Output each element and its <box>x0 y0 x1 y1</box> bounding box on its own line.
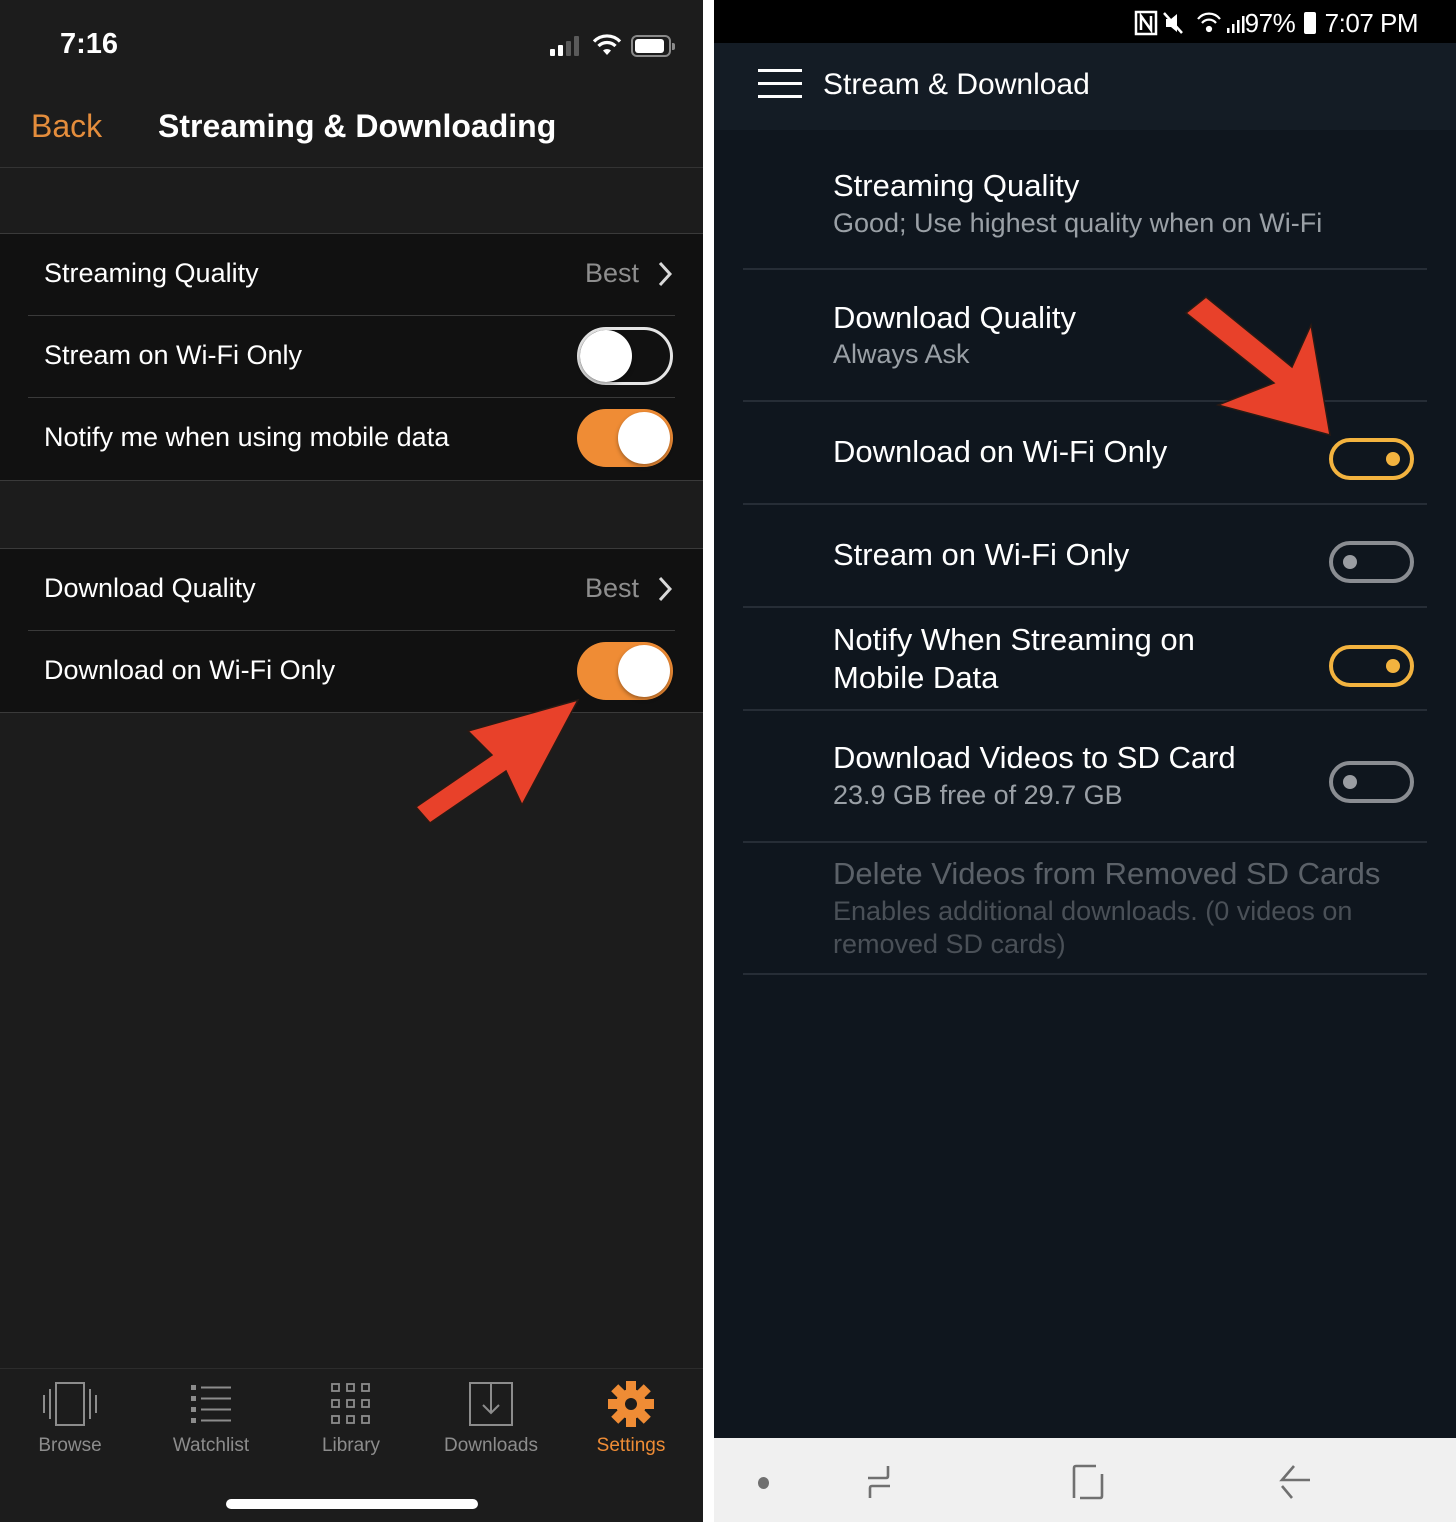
nfc-icon <box>1134 10 1158 36</box>
item-subtitle: Good; Use highest quality when on Wi-Fi <box>833 208 1323 238</box>
tab-label: Browse <box>38 1435 102 1456</box>
wifi-icon <box>592 34 622 55</box>
toggle-dot <box>1386 452 1400 466</box>
nav-bar: Back Streaming & Downloading <box>0 90 703 168</box>
recents-icon[interactable] <box>858 1460 902 1504</box>
item-title: Stream on Wi-Fi Only <box>833 537 1130 572</box>
cellular-signal-icon <box>1227 16 1245 33</box>
page-title: Stream & Download <box>823 68 1090 101</box>
item-title: Notify When Streaming on Mobile Data <box>833 622 1195 695</box>
battery-icon <box>1303 12 1316 34</box>
download-settings-group: Download Quality Best Download on Wi-Fi … <box>0 548 703 713</box>
tab-downloads[interactable]: Downloads <box>421 1381 561 1471</box>
stream-wifi-only-row: Stream on Wi-Fi Only <box>28 316 675 398</box>
toggle-dot <box>1343 555 1357 569</box>
item-title: Download Videos to SD Card <box>833 740 1236 775</box>
status-time: 7:16 <box>60 28 119 60</box>
status-battery-time: 97% 7:07 PM <box>1244 8 1419 39</box>
hamburger-menu-icon[interactable] <box>758 69 802 101</box>
app-bar: Stream & Download <box>714 43 1456 130</box>
row-label: Notify me when using mobile data <box>44 422 450 452</box>
android-nav-bar <box>714 1438 1456 1522</box>
row-label: Stream on Wi-Fi Only <box>44 340 303 370</box>
item-title: Streaming Quality <box>833 168 1080 203</box>
watchlist-icon <box>191 1385 231 1423</box>
streaming-quality-item[interactable]: Streaming Quality Good; Use highest qual… <box>743 130 1427 270</box>
download-quality-row[interactable]: Download Quality Best <box>28 549 675 631</box>
item-title: Delete Videos from Removed SD Cards <box>833 856 1381 891</box>
notify-mobile-data-row: Notify me when using mobile data <box>28 398 675 480</box>
wifi-icon <box>1197 12 1221 33</box>
battery-icon <box>631 35 675 57</box>
row-label: Streaming Quality <box>44 258 259 288</box>
annotation-arrow <box>1184 296 1331 437</box>
back-icon[interactable] <box>1274 1460 1318 1504</box>
status-time: 7:07 PM <box>1324 8 1419 38</box>
toggle-knob <box>580 330 632 382</box>
page-title: Streaming & Downloading <box>158 108 557 144</box>
download-icon <box>469 1382 513 1426</box>
gear-icon <box>608 1381 654 1427</box>
android-screen: 97% 7:07 PM Stream & Download Streaming … <box>714 0 1456 1522</box>
streaming-quality-row[interactable]: Streaming Quality Best <box>28 234 675 316</box>
tab-browse[interactable]: Browse <box>0 1381 140 1471</box>
tab-watchlist[interactable]: Watchlist <box>141 1381 281 1471</box>
notify-mobile-data-item[interactable]: Notify When Streaming on Mobile Data <box>743 608 1427 711</box>
chevron-right-icon <box>658 576 673 602</box>
tab-label: Library <box>321 1435 381 1456</box>
notify-mobile-data-toggle[interactable] <box>577 409 673 467</box>
tab-label: Settings <box>596 1435 666 1456</box>
ios-status-bar: 7:16 <box>0 0 703 90</box>
stream-wifi-only-item[interactable]: Stream on Wi-Fi Only <box>743 505 1427 608</box>
streaming-settings-group: Streaming Quality Best Stream on Wi-Fi O… <box>0 233 703 481</box>
toggle-dot <box>1386 659 1400 673</box>
item-subtitle: Always Ask <box>833 339 970 369</box>
row-value: Best <box>584 258 639 288</box>
tab-settings[interactable]: Settings <box>561 1381 701 1471</box>
sd-card-item[interactable]: Download Videos to SD Card 23.9 GB free … <box>743 711 1427 843</box>
ios-screen: 7:16 Back Streaming & Downloading Stream… <box>0 0 703 1522</box>
row-label: Download on Wi-Fi Only <box>44 655 336 685</box>
back-button[interactable]: Back <box>31 108 102 145</box>
chevron-right-icon <box>658 261 673 287</box>
mute-icon <box>1163 12 1183 34</box>
tab-label: Downloads <box>444 1435 538 1456</box>
row-label: Download Quality <box>44 573 256 603</box>
settings-list: Streaming Quality Good; Use highest qual… <box>743 130 1427 975</box>
toggle-knob <box>618 645 670 697</box>
item-subtitle: Enables additional downloads. (0 videos … <box>833 896 1353 959</box>
panel-divider <box>703 0 714 1522</box>
sd-card-toggle[interactable] <box>1329 761 1414 803</box>
home-indicator[interactable] <box>226 1499 478 1509</box>
stream-wifi-only-toggle[interactable] <box>1329 541 1414 583</box>
stream-wifi-only-toggle[interactable] <box>577 327 673 385</box>
notify-mobile-data-toggle[interactable] <box>1329 645 1414 687</box>
delete-removed-sd-item: Delete Videos from Removed SD Cards Enab… <box>743 843 1427 975</box>
home-icon[interactable] <box>1066 1460 1110 1504</box>
annotation-arrow <box>414 698 580 824</box>
toggle-knob <box>618 412 670 464</box>
item-title: Download Quality <box>833 300 1076 335</box>
row-value: Best <box>584 573 639 603</box>
tab-label: Watchlist <box>172 1435 250 1456</box>
download-wifi-only-toggle[interactable] <box>577 642 673 700</box>
battery-percent: 97% <box>1244 8 1296 38</box>
item-subtitle: 23.9 GB free of 29.7 GB <box>833 780 1123 810</box>
cellular-signal-icon <box>550 36 584 56</box>
item-title: Download on Wi-Fi Only <box>833 434 1168 469</box>
dot-icon[interactable] <box>742 1460 786 1504</box>
library-grid-icon <box>331 1383 370 1424</box>
android-status-bar: 97% 7:07 PM <box>714 0 1456 43</box>
toggle-dot <box>1343 775 1357 789</box>
browse-icon <box>43 1382 97 1426</box>
tab-library[interactable]: Library <box>281 1381 421 1471</box>
